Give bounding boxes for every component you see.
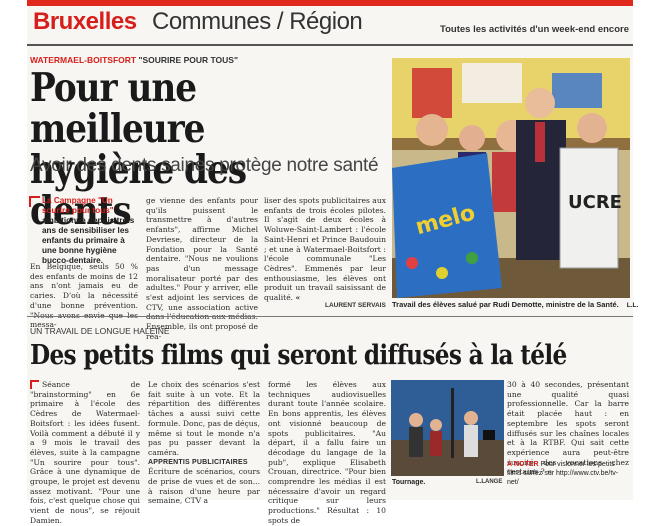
article1-end-mark: « (295, 293, 301, 303)
lead-rest: ambitionne depuis trois ans de sensibili… (42, 216, 135, 265)
article2-headline: Des petits films qui seront diffusés à l… (30, 340, 567, 371)
costume-lettering-right: UCRE (568, 192, 622, 213)
masthead-section: Communes / Région (152, 8, 363, 35)
filming-photo (391, 380, 504, 476)
article2-kicker: UN TRAVAIL DE LONGUE HALEINE (30, 326, 170, 336)
lead-marker (29, 196, 40, 207)
lead-marker-2 (30, 380, 39, 389)
article1-caption-text: Travail des élèves salué par Rudi Demott… (392, 300, 619, 309)
note-label: À NOTER (507, 461, 539, 468)
article1-caption-credit: L.L. (626, 302, 639, 309)
article2-column-2: Le choix des scénarios s'est fait suite … (148, 380, 260, 506)
article1-subhead: Avoir des dents saines protège notre san… (30, 155, 379, 176)
article2-column-1-text: Séance de "brainstorming" en 6e primaire… (30, 380, 140, 525)
article2-column-1: Séance de "brainstorming" en 6e primaire… (30, 380, 140, 526)
article1-column-1: En Belgique, seuls 50 % des enfants de m… (30, 262, 138, 330)
classroom-photo: UCRE melo (392, 58, 630, 298)
article2-photo-credit: L.LANGE (476, 479, 503, 485)
article1-kicker: WATERMAEL-BOITSFORT "SOURIRE POUR TOUS" (30, 55, 238, 65)
article1-photo: UCRE melo (392, 58, 630, 298)
weekend-teaser: Toutes les activités d'un week-end encor… (440, 24, 629, 35)
article1-column-3: liser des spots publicitaires aux enfant… (264, 196, 386, 303)
article2-photo-caption: Tournage. (392, 479, 426, 486)
article-separator (27, 316, 633, 317)
masthead-accent-bar (27, 0, 633, 6)
article1-lead: La Campagne "Un sourire pour tous" ambit… (29, 196, 138, 266)
masthead-rule (27, 44, 633, 46)
article2-column-3: formé les élèves aux techniques audiovis… (268, 380, 386, 525)
article2-column-2-text-b: Écriture de scénarios, cours de prise de… (148, 467, 260, 506)
article1-photo-credit: LAURENT SERVAIS (325, 302, 386, 309)
article2-note: À NOTER Pour visionner les petits films … (507, 460, 629, 487)
article2-photo (391, 380, 504, 476)
article1-column-3-text: liser des spots publicitaires aux enfant… (264, 196, 386, 303)
masthead-brand: Bruxelles (33, 8, 137, 35)
article2-subheading: APPRENTIS PUBLICITAIRES (148, 458, 248, 466)
article2-column-2-text-a: Le choix des scénarios s'est fait suite … (148, 380, 260, 457)
article1-kicker-quote: "SOURIRE POUR TOUS" (138, 55, 238, 65)
article1-column-2: ge vienne des enfants pour qu'ils puisse… (146, 196, 258, 341)
lead-highlight: La Campagne "Un sourire pour tous" (42, 196, 114, 215)
article1-photo-caption: Travail des élèves salué par Rudi Demott… (392, 300, 638, 309)
article1-kicker-place: WATERMAEL-BOITSFORT (30, 55, 137, 65)
